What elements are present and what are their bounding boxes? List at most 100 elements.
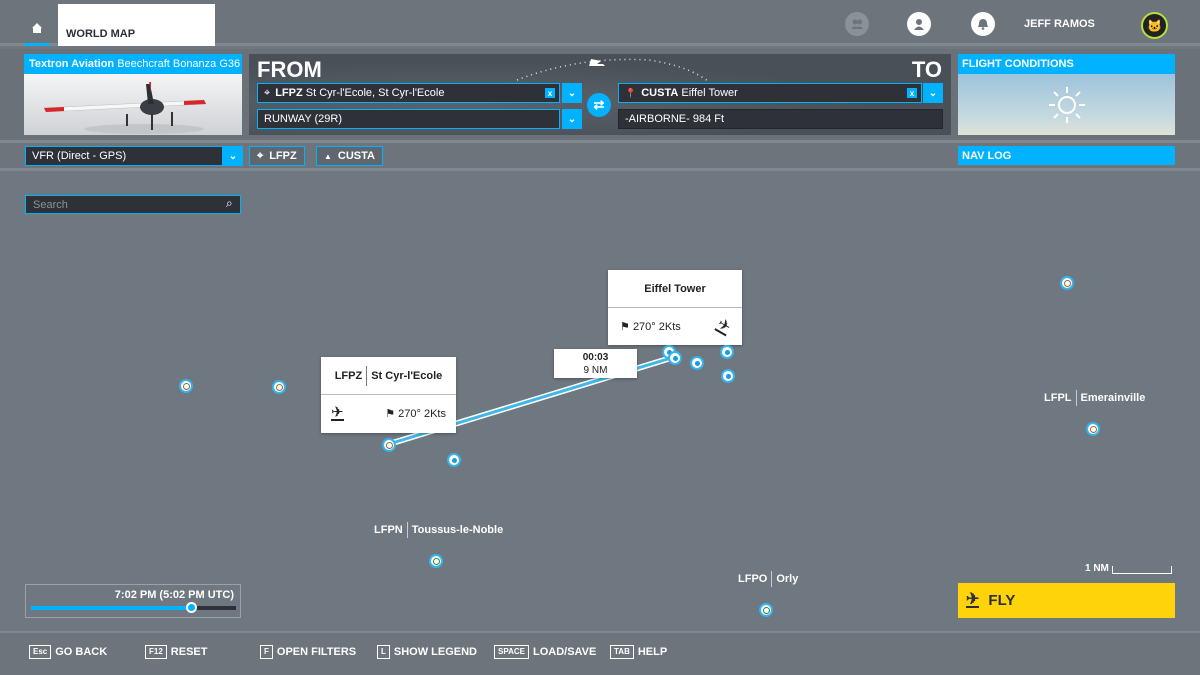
aircraft-image bbox=[24, 74, 242, 135]
flight-plan-type-select[interactable]: VFR (Direct - GPS) bbox=[25, 146, 223, 166]
sky-preview bbox=[958, 74, 1175, 135]
flight-conditions-card[interactable]: FLIGHT CONDITIONS bbox=[958, 54, 1175, 135]
airport-marker-lfpn[interactable] bbox=[429, 554, 443, 568]
windsock-icon: ⚑ bbox=[385, 408, 396, 420]
arrival-callout[interactable]: Eiffel Tower ⚑ 270° 2Kts ✈ bbox=[608, 270, 742, 345]
key-badge: L bbox=[377, 645, 390, 659]
aircraft-model: Beechcraft Bonanza G36 bbox=[117, 58, 241, 70]
departure-callout-icao: LFPZ bbox=[334, 369, 363, 382]
swap-route-button[interactable]: ⇄ bbox=[587, 93, 611, 117]
map-scale: 1 NM bbox=[1085, 563, 1172, 574]
hint-label: HELP bbox=[637, 646, 668, 658]
scale-bar bbox=[1111, 566, 1172, 574]
departure-callout[interactable]: LFPZ St Cyr-l'Ecole ✈ ⚑ 270° 2Kts bbox=[321, 357, 456, 433]
departure-name: St Cyr-l'Ecole, St Cyr-l'Ecole bbox=[305, 87, 445, 99]
scale-label: 1 NM bbox=[1085, 563, 1109, 574]
aircraft-card[interactable]: Textron Aviation Beechcraft Bonanza G36 bbox=[24, 54, 242, 135]
departure-callout-name: St Cyr-l'Ecole bbox=[371, 369, 443, 382]
airport-marker[interactable] bbox=[179, 379, 193, 393]
keyboard-hints-bar: Esc GO BACK F12 RESET F OPEN FILTERS L SHOW … bbox=[0, 631, 1200, 675]
profile-icon[interactable] bbox=[907, 12, 931, 36]
clear-departure-button[interactable]: x bbox=[545, 88, 555, 98]
swap-icon: ⇄ bbox=[593, 97, 605, 112]
time-slider[interactable] bbox=[31, 602, 236, 613]
leg-info: 00:03 9 NM bbox=[554, 349, 637, 378]
chevron-down-icon: ⌄ bbox=[928, 87, 938, 99]
departure-field[interactable]: ⌖ LFPZ St Cyr-l'Ecole, St Cyr-l'Ecole x bbox=[257, 83, 560, 103]
home-icon bbox=[32, 23, 42, 33]
arrival-dropdown-button[interactable]: ⌄ bbox=[923, 83, 943, 103]
poi-pin[interactable] bbox=[720, 345, 734, 359]
aircraft-title: Textron Aviation Beechcraft Bonanza G36 bbox=[24, 54, 242, 74]
airport-marker[interactable] bbox=[1060, 276, 1074, 290]
departure-icao: LFPZ bbox=[275, 87, 303, 99]
chevron-down-icon: ⌄ bbox=[567, 113, 577, 125]
arrival-chip[interactable]: ▲ CUSTA bbox=[316, 146, 383, 166]
hint-open-filters[interactable]: F OPEN FILTERS bbox=[260, 645, 356, 659]
arrival-field[interactable]: 📍 CUSTA Eiffel Tower x bbox=[618, 83, 922, 103]
arrival-callout-name: Eiffel Tower bbox=[644, 282, 706, 295]
airport-marker-lfpl[interactable] bbox=[1086, 422, 1100, 436]
departure-wind: 270° 2Kts bbox=[398, 408, 446, 420]
landing-icon: ✈ bbox=[714, 314, 735, 336]
runway-dropdown-button[interactable]: ⌄ bbox=[562, 109, 582, 129]
hint-show-legend[interactable]: L SHOW LEGEND bbox=[377, 645, 477, 659]
departure-chip[interactable]: ⌖ LFPZ bbox=[249, 146, 305, 166]
poi-pin-eiffel-tower[interactable] bbox=[668, 351, 682, 365]
nav-log-button[interactable]: NAV LOG bbox=[958, 146, 1175, 165]
airport-label-lfpo[interactable]: LFPO Orly bbox=[738, 571, 798, 587]
triangle-icon: ▲ bbox=[324, 151, 332, 161]
map-search-input[interactable]: Search bbox=[25, 195, 241, 214]
hint-go-back[interactable]: Esc GO BACK bbox=[29, 645, 107, 659]
airport-label-lfpn[interactable]: LFPN Toussus-le-Noble bbox=[374, 522, 503, 538]
airport-name: Emerainville bbox=[1080, 392, 1146, 404]
leg-distance: 9 NM bbox=[583, 365, 608, 376]
poi-pin[interactable] bbox=[447, 453, 461, 467]
runway-field[interactable]: RUNWAY (29R) bbox=[257, 109, 560, 129]
poi-pin[interactable] bbox=[690, 356, 704, 370]
hint-help[interactable]: TAB HELP bbox=[610, 645, 667, 659]
sun-icon bbox=[1048, 86, 1085, 123]
home-tab[interactable] bbox=[24, 22, 50, 46]
time-of-day-control: 7:02 PM (5:02 PM UTC) bbox=[25, 584, 241, 618]
windsock-icon: ⚑ bbox=[620, 321, 630, 333]
airport-marker[interactable] bbox=[272, 380, 286, 394]
airport-target-icon: ⌖ bbox=[257, 149, 264, 162]
username[interactable]: JEFF RAMOS bbox=[1024, 18, 1095, 30]
fly-button[interactable]: ✈ FLY bbox=[958, 583, 1175, 618]
from-label: FROM bbox=[257, 57, 322, 82]
hint-reset[interactable]: F12 RESET bbox=[145, 645, 207, 659]
poi-pin[interactable] bbox=[721, 369, 735, 383]
fly-label: FLY bbox=[988, 592, 1016, 609]
to-label: TO bbox=[911, 57, 942, 82]
time-label: 7:02 PM (5:02 PM UTC) bbox=[114, 589, 234, 601]
airport-name: Orly bbox=[776, 573, 799, 585]
departure-dropdown-button[interactable]: ⌄ bbox=[562, 83, 582, 103]
hint-label: RESET bbox=[170, 646, 208, 658]
departure-chip-label: LFPZ bbox=[269, 150, 297, 162]
arrival-wind: 270° 2Kts bbox=[632, 321, 681, 333]
friends-icon[interactable] bbox=[845, 12, 869, 36]
location-pin-icon: 📍 bbox=[625, 87, 637, 98]
avatar[interactable]: 🐱 bbox=[1141, 12, 1168, 39]
airplane-illustration-icon bbox=[43, 82, 207, 134]
airport-label-lfpl[interactable]: LFPL Emerainville bbox=[1044, 390, 1145, 406]
airport-marker-lfpz[interactable] bbox=[382, 438, 396, 452]
time-slider-handle[interactable] bbox=[185, 602, 197, 613]
tab-world-map[interactable]: WORLD MAP bbox=[58, 4, 215, 46]
key-badge: F12 bbox=[145, 645, 167, 659]
hint-load-save[interactable]: SPACE LOAD/SAVE bbox=[494, 645, 596, 659]
arrival-altitude-field[interactable]: -AIRBORNE- 984 Ft bbox=[618, 109, 943, 129]
chevron-down-icon: ⌄ bbox=[228, 150, 238, 162]
airport-marker-lfpo[interactable] bbox=[759, 603, 773, 617]
hint-label: SHOW LEGEND bbox=[393, 646, 478, 658]
flight-plan-type-dropdown-button[interactable]: ⌄ bbox=[223, 146, 243, 166]
clear-arrival-button[interactable]: x bbox=[907, 88, 917, 98]
arrival-icao: CUSTA bbox=[641, 87, 679, 99]
hint-label: LOAD/SAVE bbox=[532, 646, 597, 658]
notifications-icon[interactable] bbox=[971, 12, 995, 36]
world-map[interactable] bbox=[0, 171, 1200, 630]
arrival-name: Eiffel Tower bbox=[681, 87, 738, 99]
search-icon[interactable]: ⌕ bbox=[226, 196, 233, 211]
key-badge: Esc bbox=[29, 645, 52, 659]
